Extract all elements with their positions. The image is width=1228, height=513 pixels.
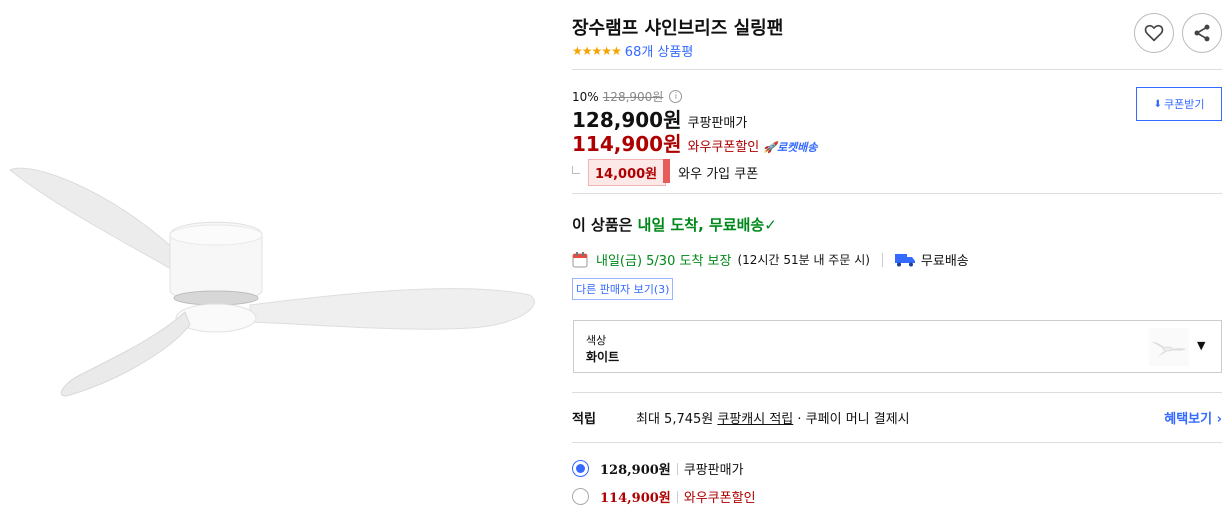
coupang-cash-link[interactable]: 쿠팡캐시 적립	[717, 408, 793, 427]
coupon-download-button[interactable]: ⬇ 쿠폰받기	[1136, 87, 1222, 121]
coupon-download-label: 쿠폰받기	[1163, 98, 1205, 111]
original-price: 128,900원	[602, 90, 664, 104]
separator	[676, 462, 678, 475]
coupon-description: 와우 가입 쿠폰	[678, 167, 759, 182]
arrival-prefix: 이 상품은	[572, 216, 633, 234]
product-title: 장수램프 샤인브리즈 실링팬	[572, 18, 784, 39]
points-suffix: · 쿠페이 머니 결제시	[797, 412, 910, 427]
radio-selected[interactable]	[572, 460, 589, 477]
price-option-wow[interactable]: 114,900원 와우쿠폰할인	[572, 487, 756, 506]
rocket-delivery-badge: 🚀로켓배송	[763, 141, 818, 154]
separator	[881, 252, 883, 267]
option-thumbnail	[1149, 328, 1189, 366]
option-label: 색상	[586, 334, 607, 347]
divider	[572, 69, 1222, 70]
view-benefits-link[interactable]: 혜택보기 ›	[1164, 408, 1222, 427]
price-option-label: 쿠팡판매가	[683, 463, 744, 478]
separator	[676, 490, 678, 503]
share-button[interactable]	[1182, 13, 1222, 53]
points-row: 적립 최대 5,745원 쿠팡캐시 적립 · 쿠페이 머니 결제시 혜택보기 ›	[572, 408, 1222, 427]
coupon-row: 14,000원 와우 가입 쿠폰	[572, 159, 758, 186]
wow-price-label: 와우쿠폰할인	[687, 140, 760, 155]
download-icon: ⬇	[1153, 98, 1162, 110]
chevron-down-icon: ▼	[1197, 339, 1206, 352]
discount-rate: 10%	[572, 89, 599, 104]
coupon-connector	[572, 165, 580, 174]
check-icon: ✓	[764, 216, 777, 234]
price-option-sale[interactable]: 128,900원 쿠팡판매가	[572, 459, 744, 478]
rating-stars: ★★★★★	[572, 43, 622, 58]
option-value: 화이트	[586, 350, 620, 364]
divider	[572, 193, 1222, 194]
arrival-headline: 이 상품은 내일 도착, 무료배송✓	[572, 214, 777, 235]
rating-row: ★★★★★ 68개 상품평	[572, 41, 694, 61]
arrival-highlight: 내일 도착, 무료배송	[637, 216, 765, 234]
product-image	[9, 167, 535, 397]
info-icon[interactable]: i	[669, 90, 683, 103]
delivery-row: 내일(금) 5/30 도착 보장 (12시간 51분 내 주문 시) 무료배송	[572, 250, 969, 269]
truck-icon	[894, 253, 915, 266]
price-option-price: 114,900원	[600, 491, 671, 506]
divider	[572, 392, 1222, 393]
points-label: 적립	[572, 412, 596, 427]
other-sellers-button[interactable]: 다른 판매자 보기(3)	[572, 278, 674, 300]
color-option-select[interactable]: 색상 화이트 ▼	[573, 320, 1222, 373]
delivery-note: (12시간 51분 내 주문 시)	[737, 253, 870, 267]
share-icon	[1194, 24, 1210, 42]
radio-unselected[interactable]	[572, 488, 589, 505]
price-option-label: 와우쿠폰할인	[683, 491, 756, 506]
delivery-date: 내일(금) 5/30 도착 보장	[596, 254, 732, 269]
heart-icon	[1144, 24, 1164, 42]
coupon-amount-tag: 14,000원	[588, 159, 671, 186]
discount-row: 10% 128,900원 i	[572, 88, 683, 105]
divider	[572, 442, 1222, 443]
wow-price: 114,900원	[572, 132, 682, 156]
points-prefix: 최대 5,745원	[636, 412, 714, 427]
free-shipping-label: 무료배송	[920, 254, 969, 269]
wishlist-button[interactable]	[1134, 13, 1174, 53]
review-count-link[interactable]: 68개 상품평	[625, 41, 694, 60]
wow-price-row: 114,900원 와우쿠폰할인 🚀로켓배송	[572, 128, 817, 157]
price-option-price: 128,900원	[600, 463, 671, 478]
calendar-icon	[572, 251, 588, 267]
